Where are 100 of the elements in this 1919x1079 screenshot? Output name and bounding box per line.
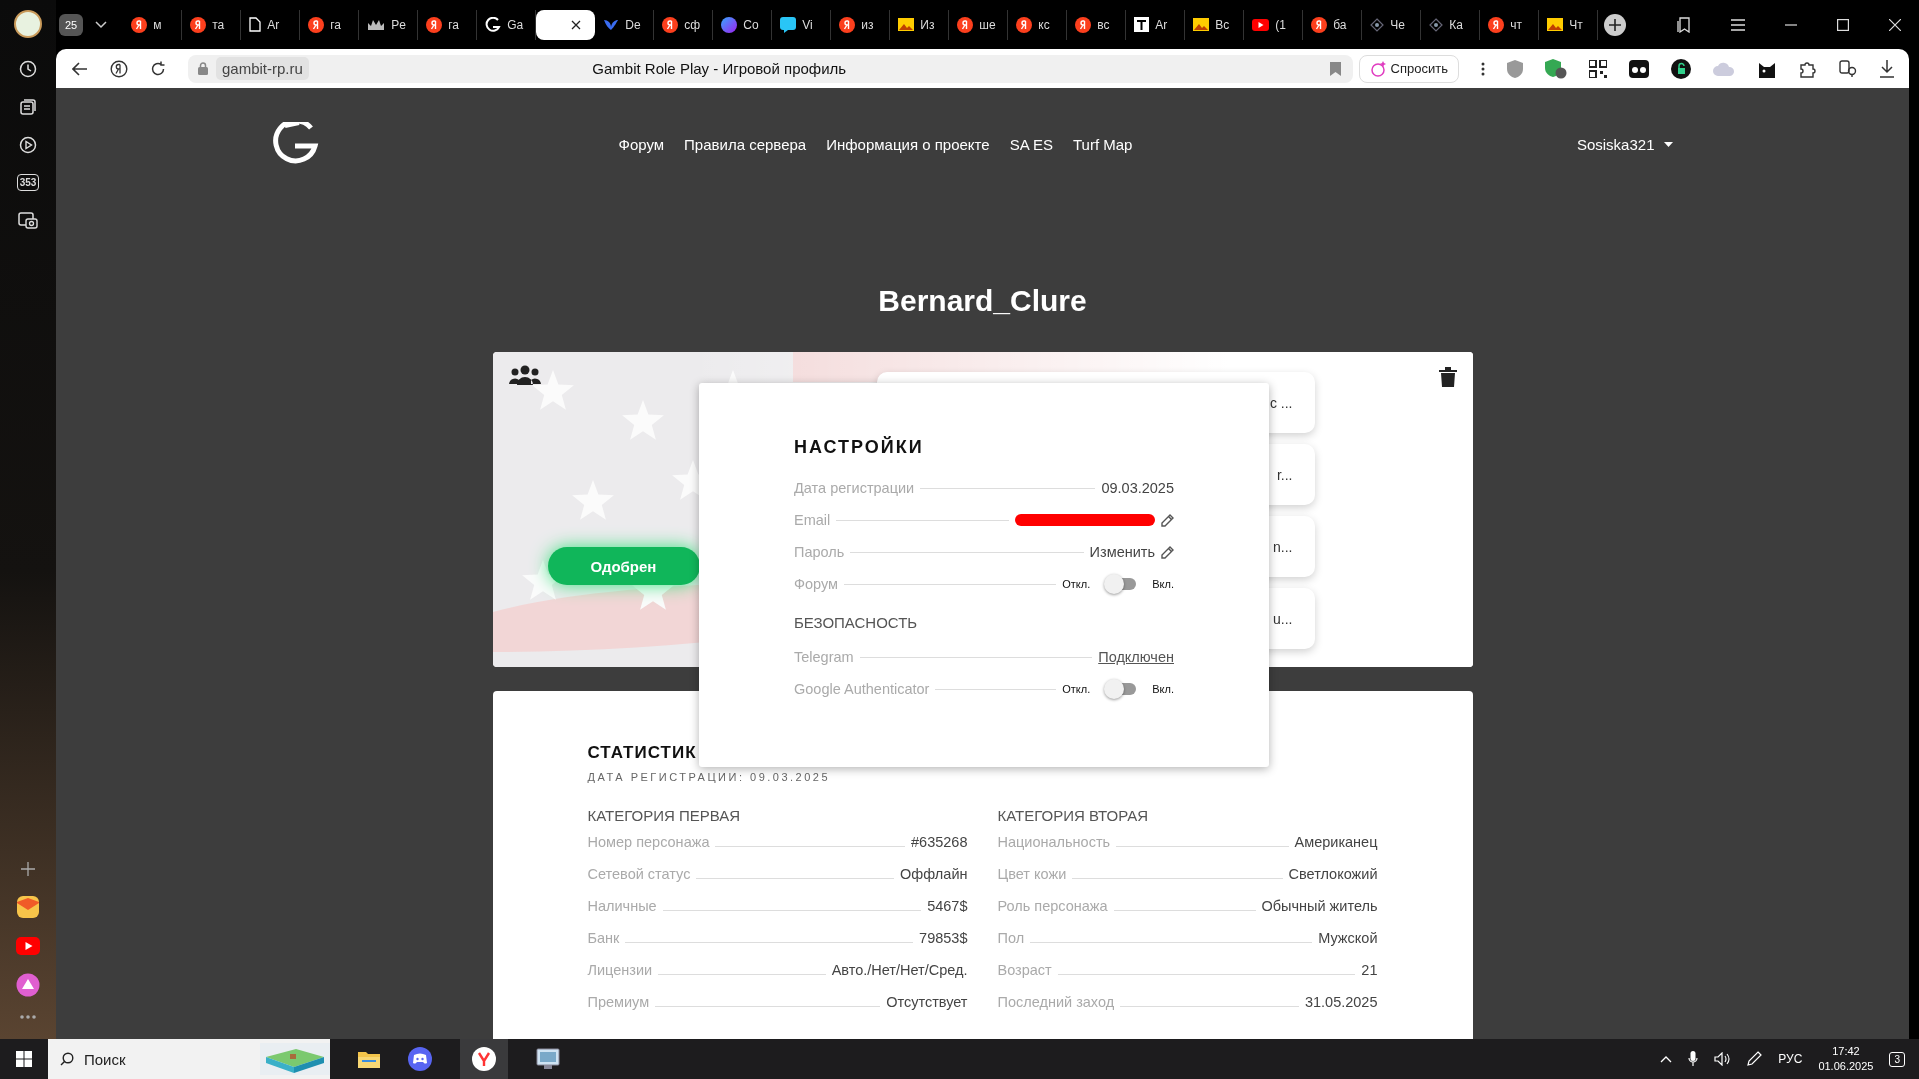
kebab-icon[interactable] [1481, 61, 1485, 76]
browser-taskbar-icon[interactable] [460, 1039, 508, 1079]
browser-tab[interactable]: Pe [359, 9, 419, 40]
dropdown-icon[interactable] [95, 20, 108, 29]
puzzle-icon[interactable] [1799, 59, 1817, 78]
browser-tab[interactable]: чт [1480, 9, 1540, 40]
browser-tab[interactable]: га [300, 9, 360, 40]
address-bar[interactable]: gambit-rp.ru Gambit Role Play - Игровой профиль [188, 54, 1353, 83]
key-icon[interactable] [1839, 59, 1857, 78]
gamepad-icon[interactable] [408, 1047, 432, 1071]
browser-tab[interactable]: м [123, 9, 183, 40]
download-icon[interactable] [1879, 59, 1895, 78]
node-icon [1370, 17, 1385, 32]
mail-icon[interactable] [16, 895, 40, 919]
ask-button[interactable]: Спросить [1358, 54, 1459, 83]
browser-tab[interactable]: Ar [1126, 9, 1186, 40]
change-link[interactable]: Изменить [1089, 544, 1155, 560]
stat-label: Возраст [997, 962, 1052, 978]
folder-icon[interactable] [358, 1050, 380, 1068]
browser-tab[interactable]: Ar [241, 9, 301, 40]
browser-tab[interactable]: Чт [1539, 9, 1599, 40]
reload-icon[interactable] [150, 60, 166, 77]
browser-tab[interactable]: Вс [1185, 9, 1245, 40]
stat-label: Национальность [997, 834, 1111, 850]
browser-tab[interactable]: из [831, 9, 891, 40]
speaker-icon[interactable] [1714, 1052, 1731, 1066]
nav-link[interactable]: Turf Map [1073, 135, 1133, 153]
nav-link[interactable]: SA ES [1009, 135, 1053, 153]
node-icon [1429, 17, 1444, 32]
qr-code-icon[interactable] [1589, 59, 1607, 78]
browser-tab[interactable]: ше [949, 9, 1009, 40]
counter-badge[interactable]: 353 [16, 174, 40, 191]
video-icon[interactable] [16, 937, 40, 955]
microphone-icon[interactable] [1688, 1051, 1699, 1067]
history-icon[interactable] [19, 60, 37, 78]
browser-tab[interactable]: кс [1008, 9, 1068, 40]
glasses-icon[interactable] [1629, 59, 1649, 78]
pencil-icon[interactable] [1161, 513, 1174, 527]
letter-badge-icon [957, 16, 974, 33]
nav-link[interactable]: Информация о проекте [826, 135, 990, 153]
notification-badge[interactable]: 3 [1889, 1051, 1905, 1067]
nav-link[interactable]: Правила сервера [684, 135, 807, 153]
back-icon[interactable] [72, 61, 88, 76]
chat-icon [780, 16, 797, 33]
circle-letter-icon[interactable] [110, 59, 128, 78]
letter-badge-icon [1016, 16, 1033, 33]
play-icon[interactable] [19, 136, 37, 154]
browser-tab[interactable]: га [418, 9, 478, 40]
profile-avatar-icon[interactable] [14, 10, 42, 38]
stat-value: Оффлайн [900, 866, 968, 882]
stat-value: Отсутствует [886, 994, 968, 1010]
browser-tab[interactable]: Ка [1421, 9, 1481, 40]
tab-counter[interactable]: 25 [59, 13, 84, 36]
letter-badge-icon [1311, 16, 1328, 33]
shield-icon[interactable] [1507, 59, 1523, 78]
collections-icon[interactable] [1677, 16, 1691, 33]
assistant-icon[interactable] [16, 973, 40, 997]
tile-icon [1134, 17, 1150, 32]
extension-shield-icon[interactable] [1545, 58, 1567, 79]
close-icon[interactable] [571, 19, 582, 30]
bookmark-icon[interactable] [1329, 61, 1341, 76]
browser-tab[interactable]: De [595, 9, 655, 40]
add-icon[interactable] [20, 861, 36, 877]
status-link[interactable]: Подключен [1098, 649, 1174, 665]
notes-icon[interactable] [19, 98, 37, 116]
group-icon [508, 365, 541, 385]
user-menu[interactable]: Sosiska321 [1576, 135, 1673, 153]
menu-icon[interactable] [1731, 18, 1745, 31]
browser-tab[interactable]: сф [654, 9, 714, 40]
site-logo[interactable] [270, 122, 319, 166]
app-window-icon[interactable] [536, 1048, 560, 1070]
pen-icon[interactable] [1746, 1051, 1763, 1067]
search-icon [60, 1052, 74, 1066]
unlock-icon[interactable] [1671, 58, 1691, 79]
start-icon[interactable] [16, 1051, 32, 1067]
browser-tab[interactable]: вс [1067, 9, 1127, 40]
camera-icon[interactable] [18, 211, 38, 229]
maximize-icon[interactable] [1837, 18, 1849, 31]
browser-tab[interactable]: ба [1303, 9, 1363, 40]
nav-link[interactable]: Форум [618, 135, 665, 153]
language-indicator[interactable]: РУС [1778, 1052, 1803, 1066]
browser-tab[interactable]: Vi [772, 9, 832, 40]
chevron-up-icon[interactable] [1660, 1055, 1673, 1063]
clock-time[interactable]: 17:42 [1832, 1044, 1860, 1059]
minimize-icon[interactable] [1785, 23, 1797, 26]
browser-tab[interactable] [536, 9, 596, 40]
category-title: КАТЕГОРИЯ ВТОРАЯ [997, 807, 1149, 824]
trash-icon[interactable] [1438, 367, 1457, 387]
browser-tab[interactable]: Че [1362, 9, 1422, 40]
browser-tab[interactable]: (1 [1244, 9, 1304, 40]
category-title: КАТЕГОРИЯ ПЕРВАЯ [587, 807, 742, 824]
browser-tab[interactable]: Из [890, 9, 950, 40]
new-tab-icon[interactable] [1604, 13, 1627, 36]
orb-icon [721, 16, 738, 33]
search-field[interactable]: Поиск [48, 1039, 330, 1079]
more-icon[interactable] [20, 1015, 36, 1019]
clock-date[interactable]: 01.06.2025 [1818, 1059, 1874, 1074]
pencil-icon[interactable] [1161, 545, 1174, 559]
browser-tab[interactable]: Co [713, 9, 773, 40]
browser-tab[interactable]: та [182, 9, 242, 40]
